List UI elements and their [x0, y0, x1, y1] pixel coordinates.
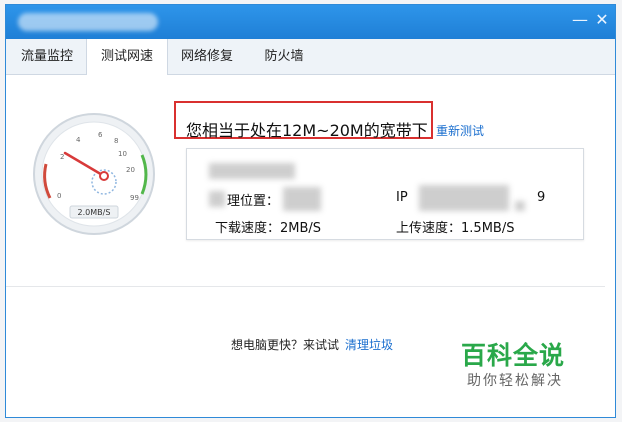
redacted-area: [283, 187, 321, 211]
upload-speed: 上传速度：1.5MB/S: [396, 217, 514, 236]
gauge-tick: 99: [130, 194, 139, 202]
tab-network-repair[interactable]: 网络修复: [172, 39, 242, 74]
gauge-tick: 8: [114, 137, 118, 145]
minimize-button[interactable]: —: [572, 12, 588, 28]
tab-bar: 流量监控 测试网速 网络修复 防火墙: [6, 39, 615, 75]
upload-label: 上传速度：: [396, 221, 462, 236]
gauge-tick: 2: [60, 153, 64, 161]
redacted-area: [419, 185, 509, 211]
gauge-tick: 20: [126, 166, 135, 174]
gauge-tick: 6: [98, 131, 103, 139]
promo-text: 想电脑更快？来试试: [231, 338, 340, 352]
redacted-area: [209, 191, 225, 207]
gauge-tick: 4: [76, 136, 81, 144]
ip-suffix: 9: [537, 190, 546, 205]
tab-firewall[interactable]: 防火墙: [252, 39, 316, 74]
gauge-speed-label: 2.0MB/S: [78, 208, 111, 217]
redacted-area: [209, 163, 295, 179]
watermark-title: 百科全说: [461, 341, 566, 370]
ip-label: IP: [396, 190, 408, 205]
window-title-redacted: [18, 13, 158, 31]
watermark-subtitle: 助你轻松解决: [467, 373, 563, 389]
gauge-tick: 10: [118, 150, 127, 158]
promo-line: 想电脑更快？来试试 清理垃圾: [231, 336, 393, 353]
title-bar[interactable]: — ✕: [6, 5, 615, 39]
divider: [6, 286, 605, 287]
download-label: 下载速度：: [215, 221, 281, 236]
gauge-tick: 0: [57, 192, 61, 200]
location-label: 理位置：: [227, 194, 280, 209]
download-speed: 下载速度：2MB/S: [215, 217, 321, 236]
result-headline: 您相当于处在12M~20M的宽带下: [186, 121, 428, 140]
tab-speed-test[interactable]: 测试网速: [86, 39, 168, 75]
clean-junk-link[interactable]: 清理垃圾: [345, 338, 393, 352]
upload-value: 1.5MB/S: [461, 221, 515, 236]
download-value: 2MB/S: [280, 221, 322, 236]
tab-traffic-monitor[interactable]: 流量监控: [12, 39, 82, 74]
close-button[interactable]: ✕: [594, 12, 610, 28]
redacted-area: [515, 201, 525, 211]
speed-gauge: 0 2 4 6 8 10 20 99 2.0MB/S: [33, 113, 155, 235]
retest-link[interactable]: 重新测试: [436, 122, 484, 139]
